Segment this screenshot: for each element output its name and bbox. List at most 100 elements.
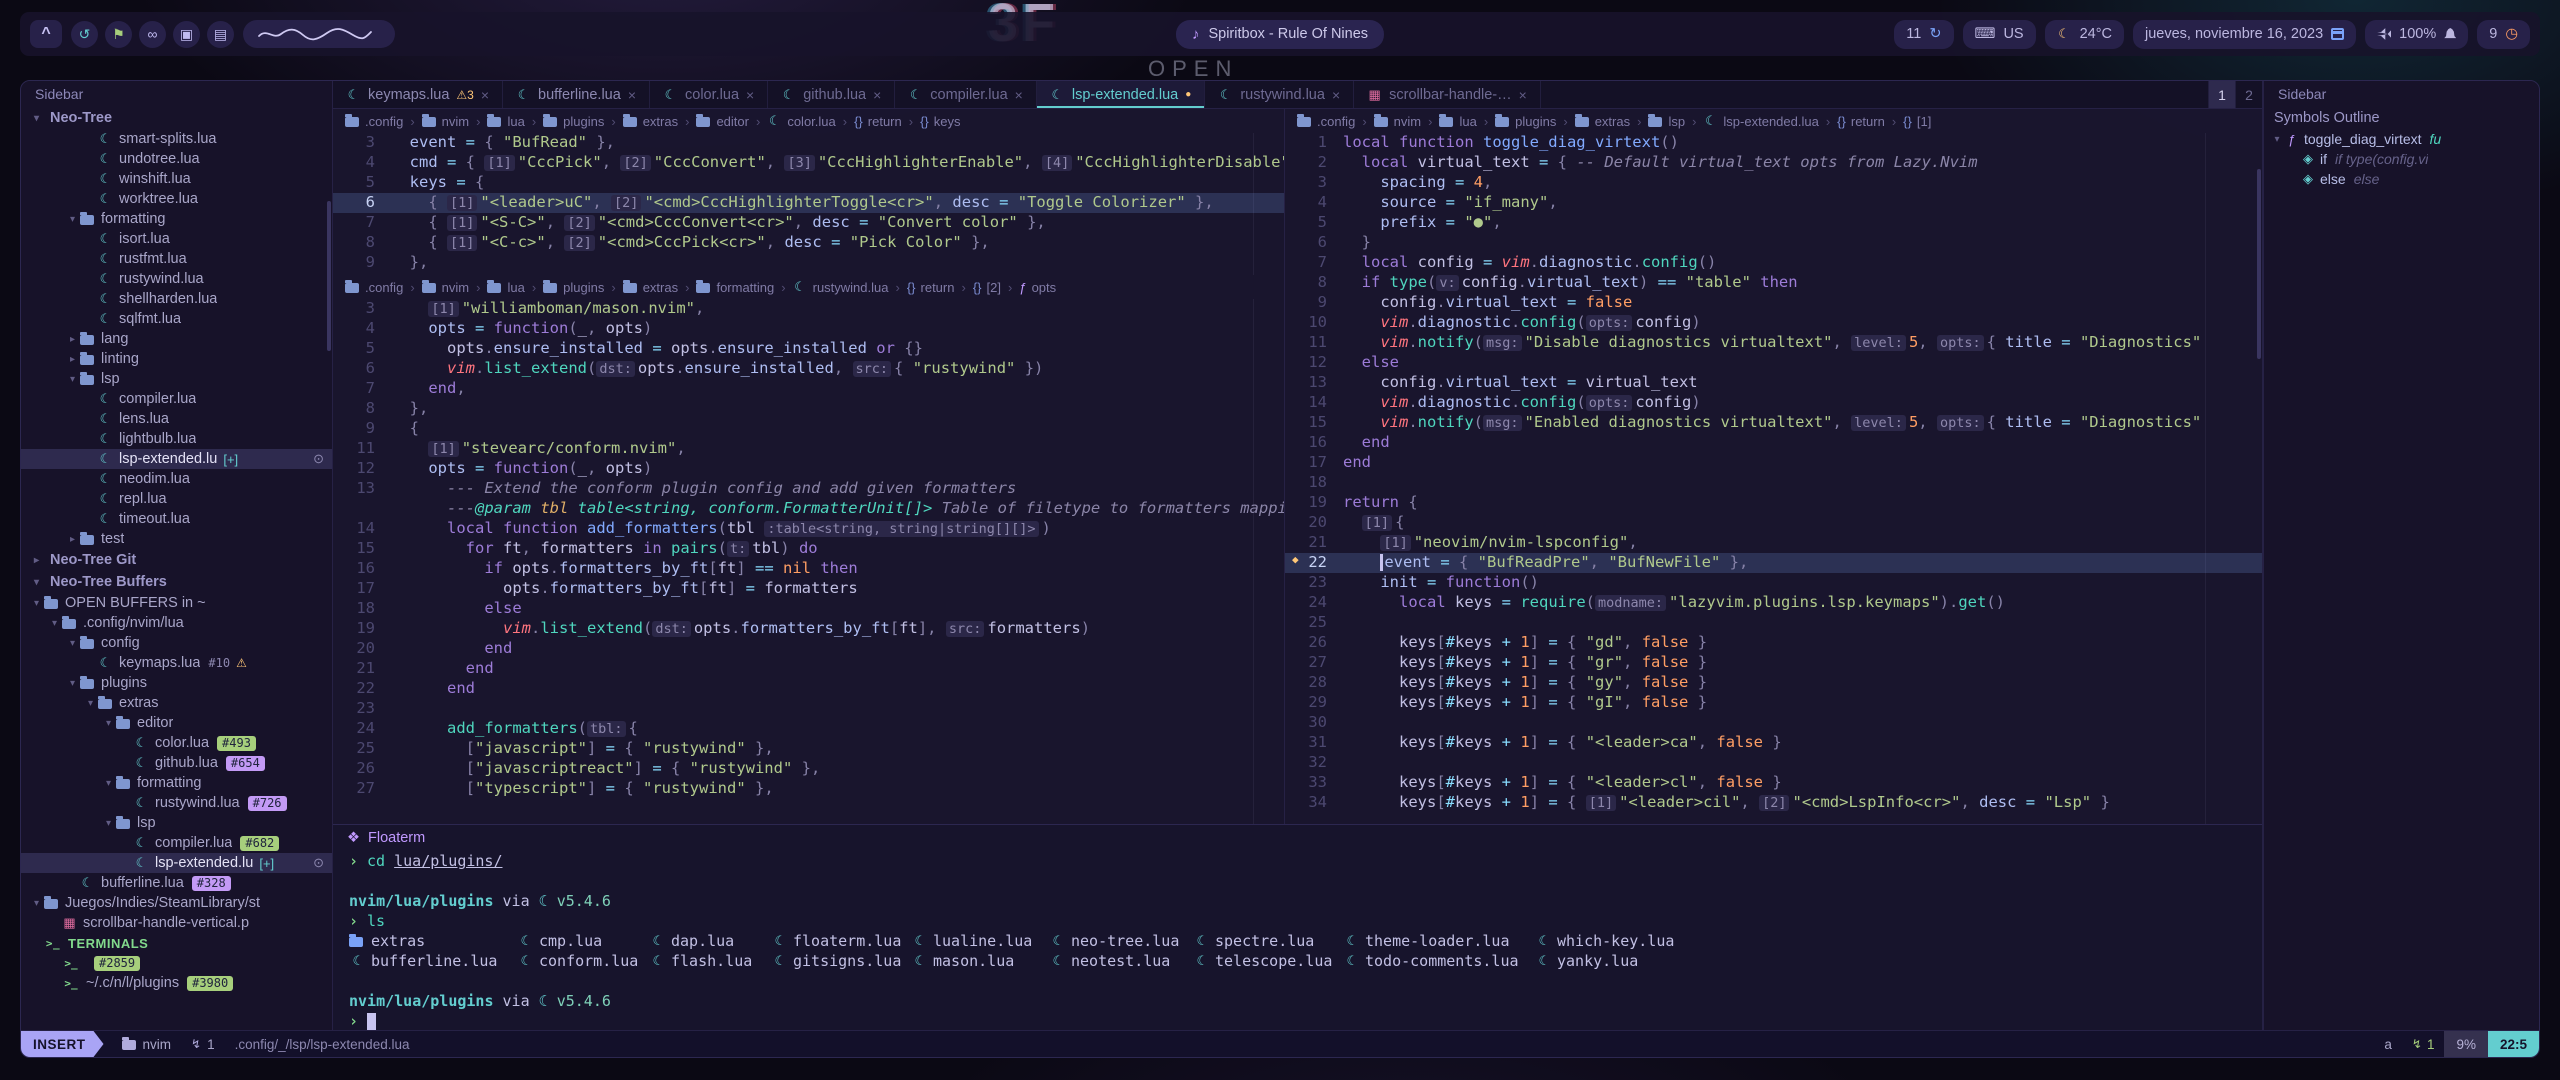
- tree-item[interactable]: ▾config: [21, 633, 332, 653]
- close-icon[interactable]: ×: [1015, 87, 1023, 103]
- tree-item[interactable]: ☾smart-splits.lua: [21, 129, 332, 149]
- close-icon[interactable]: ×: [481, 87, 489, 103]
- tree-item[interactable]: ▸test: [21, 529, 332, 549]
- tree-item[interactable]: ▾OPEN BUFFERS in ~: [21, 593, 332, 613]
- tree-item[interactable]: ☾rustfmt.lua: [21, 249, 332, 269]
- tree-item[interactable]: ☾isort.lua: [21, 229, 332, 249]
- module-date[interactable]: jueves, noviembre 16, 2023: [2133, 20, 2356, 49]
- tree-item[interactable]: ☾undotree.lua: [21, 149, 332, 169]
- module-volume[interactable]: 100%: [2365, 20, 2468, 49]
- breadcrumb-item[interactable]: .config: [345, 280, 403, 295]
- tree-item[interactable]: ☾neodim.lua: [21, 469, 332, 489]
- breadcrumb-item[interactable]: formatting: [696, 280, 774, 295]
- outline-item[interactable]: ◈ifif type(config.vi: [2264, 149, 2539, 169]
- module-weather[interactable]: ☾24°C: [2045, 20, 2124, 49]
- tree-item[interactable]: ▾editor: [21, 713, 332, 733]
- breadcrumb-item[interactable]: plugins: [543, 280, 604, 295]
- breadcrumb-item[interactable]: nvim: [422, 114, 469, 129]
- tree-item[interactable]: ☾compiler.lua#682: [21, 833, 332, 853]
- breadcrumb-item[interactable]: extras: [623, 280, 678, 295]
- tree-item[interactable]: ▾lsp: [21, 369, 332, 389]
- tree-item[interactable]: ☾lightbulb.lua: [21, 429, 332, 449]
- tabpage-2[interactable]: 2: [2235, 81, 2262, 108]
- breadcrumb-item[interactable]: {}[2]: [973, 280, 1001, 295]
- breadcrumb-item[interactable]: nvim: [1374, 114, 1421, 129]
- breadcrumb-item[interactable]: plugins: [543, 114, 604, 129]
- tree-item[interactable]: ☾lsp-extended.lu[+]⊙: [21, 853, 332, 873]
- breadcrumb-item[interactable]: {}return: [854, 114, 902, 129]
- breadcrumb-item[interactable]: ☾rustywind.lua: [793, 279, 889, 295]
- breadcrumb-item[interactable]: lua: [487, 280, 524, 295]
- breadcrumb-item[interactable]: ƒopts: [1019, 280, 1056, 295]
- sidebar-scrollbar-thumb[interactable]: [327, 201, 331, 351]
- tree-item[interactable]: ▾Juegos/Indies/SteamLibrary/st: [21, 893, 332, 913]
- quick-copy-button[interactable]: ▣: [173, 21, 200, 48]
- breadcrumb-item[interactable]: lua: [487, 114, 524, 129]
- tree-section-header[interactable]: ▸Neo-Tree Git: [21, 549, 332, 571]
- editor-pane-top[interactable]: 3 event = { "BufRead" },4 cmd = { [1]"Cc…: [333, 133, 1284, 275]
- tree-item[interactable]: >_~/.c/n/l/plugins#3980: [21, 973, 332, 993]
- tab-scrollbar-handle-[interactable]: ▦scrollbar-handle-…×: [1354, 81, 1541, 108]
- tree-item[interactable]: ☾winshift.lua: [21, 169, 332, 189]
- tree-item[interactable]: ☾timeout.lua: [21, 509, 332, 529]
- tree-item[interactable]: ▾extras: [21, 693, 332, 713]
- breadcrumb-item[interactable]: extras: [623, 114, 678, 129]
- tree-item[interactable]: ☾sqlfmt.lua: [21, 309, 332, 329]
- tabpage-1[interactable]: 1: [2208, 81, 2235, 108]
- tree-item[interactable]: ☾keymaps.lua#10⚠: [21, 653, 332, 673]
- tab-github-lua[interactable]: ☾github.lua×: [768, 81, 895, 108]
- music-player-widget[interactable]: ♪ Spiritbox - Rule Of Nines: [1176, 20, 1384, 49]
- quick-undo-button[interactable]: ↺: [71, 21, 98, 48]
- tree-item[interactable]: >_TERMINALS: [21, 933, 332, 953]
- tree-item[interactable]: ☾color.lua#493: [21, 733, 332, 753]
- quick-link-button[interactable]: ∞: [139, 21, 166, 48]
- tree-item[interactable]: ▾formatting: [21, 209, 332, 229]
- tree-item[interactable]: ▾.config/nvim/lua: [21, 613, 332, 633]
- breadcrumb-item[interactable]: ☾color.lua: [767, 113, 835, 129]
- tree-item[interactable]: ☾compiler.lua: [21, 389, 332, 409]
- tree-item[interactable]: ☾bufferline.lua#328: [21, 873, 332, 893]
- tree-section-header[interactable]: ▾Neo-Tree: [21, 107, 332, 129]
- close-icon[interactable]: ×: [746, 87, 754, 103]
- tree-item[interactable]: ☾shellharden.lua: [21, 289, 332, 309]
- close-icon[interactable]: ×: [628, 87, 636, 103]
- breadcrumb-item[interactable]: nvim: [422, 280, 469, 295]
- tree-item[interactable]: ▸lang: [21, 329, 332, 349]
- tree-section-header[interactable]: ▾Neo-Tree Buffers: [21, 571, 332, 593]
- close-icon[interactable]: ×: [1519, 87, 1527, 103]
- tree-item[interactable]: ▾formatting: [21, 773, 332, 793]
- breadcrumb-item[interactable]: ☾lsp-extended.lua: [1703, 113, 1818, 129]
- terminal-output[interactable]: ›cd lua/plugins/nvim/lua/plugins via ☾ v…: [333, 851, 2262, 1031]
- launcher-button[interactable]: ^: [30, 20, 62, 48]
- tab-bufferline-lua[interactable]: ☾bufferline.lua×: [503, 81, 650, 108]
- module-keyboard-layout[interactable]: ⌨US: [1963, 20, 2036, 49]
- editor-scrollbar-thumb[interactable]: [2257, 169, 2261, 359]
- tab-color-lua[interactable]: ☾color.lua×: [650, 81, 768, 108]
- close-icon[interactable]: ×: [873, 87, 881, 103]
- tab-lsp-extended-lua[interactable]: ☾lsp-extended.lua●: [1037, 81, 1205, 108]
- outline-item[interactable]: ◈elseelse: [2264, 169, 2539, 189]
- tree-item[interactable]: ☾repl.lua: [21, 489, 332, 509]
- tree-item[interactable]: ▦scrollbar-handle-vertical.p: [21, 913, 332, 933]
- tree-item[interactable]: ▾lsp: [21, 813, 332, 833]
- breadcrumb-item[interactable]: {}return: [1837, 114, 1885, 129]
- breadcrumb-item[interactable]: plugins: [1495, 114, 1556, 129]
- module-timer[interactable]: 9◷: [2477, 20, 2530, 49]
- breadcrumb-item[interactable]: extras: [1575, 114, 1630, 129]
- tree-item[interactable]: ☾rustywind.lua: [21, 269, 332, 289]
- breadcrumb-item[interactable]: editor: [696, 114, 749, 129]
- file-explorer[interactable]: ▾Neo-Tree☾smart-splits.lua☾undotree.lua☾…: [21, 107, 332, 1030]
- symbols-outline[interactable]: ▾ƒtoggle_diag_virtextfu◈ifif type(config…: [2264, 129, 2539, 189]
- quick-flag-button[interactable]: ⚑: [105, 21, 132, 48]
- breadcrumb-item[interactable]: .config: [345, 114, 403, 129]
- tree-item[interactable]: ☾lens.lua: [21, 409, 332, 429]
- tab-keymaps-lua[interactable]: ☾keymaps.lua⚠3×: [333, 81, 503, 108]
- breadcrumb-item[interactable]: lsp: [1648, 114, 1685, 129]
- breadcrumb-item[interactable]: {}return: [907, 280, 955, 295]
- tree-item[interactable]: ☾github.lua#654: [21, 753, 332, 773]
- close-icon[interactable]: ×: [1332, 87, 1340, 103]
- breadcrumb-item[interactable]: .config: [1297, 114, 1355, 129]
- breadcrumb-item[interactable]: {}keys: [920, 114, 960, 129]
- tab-rustywind-lua[interactable]: ☾rustywind.lua×: [1205, 81, 1354, 108]
- breadcrumb-item[interactable]: {}[1]: [1903, 114, 1931, 129]
